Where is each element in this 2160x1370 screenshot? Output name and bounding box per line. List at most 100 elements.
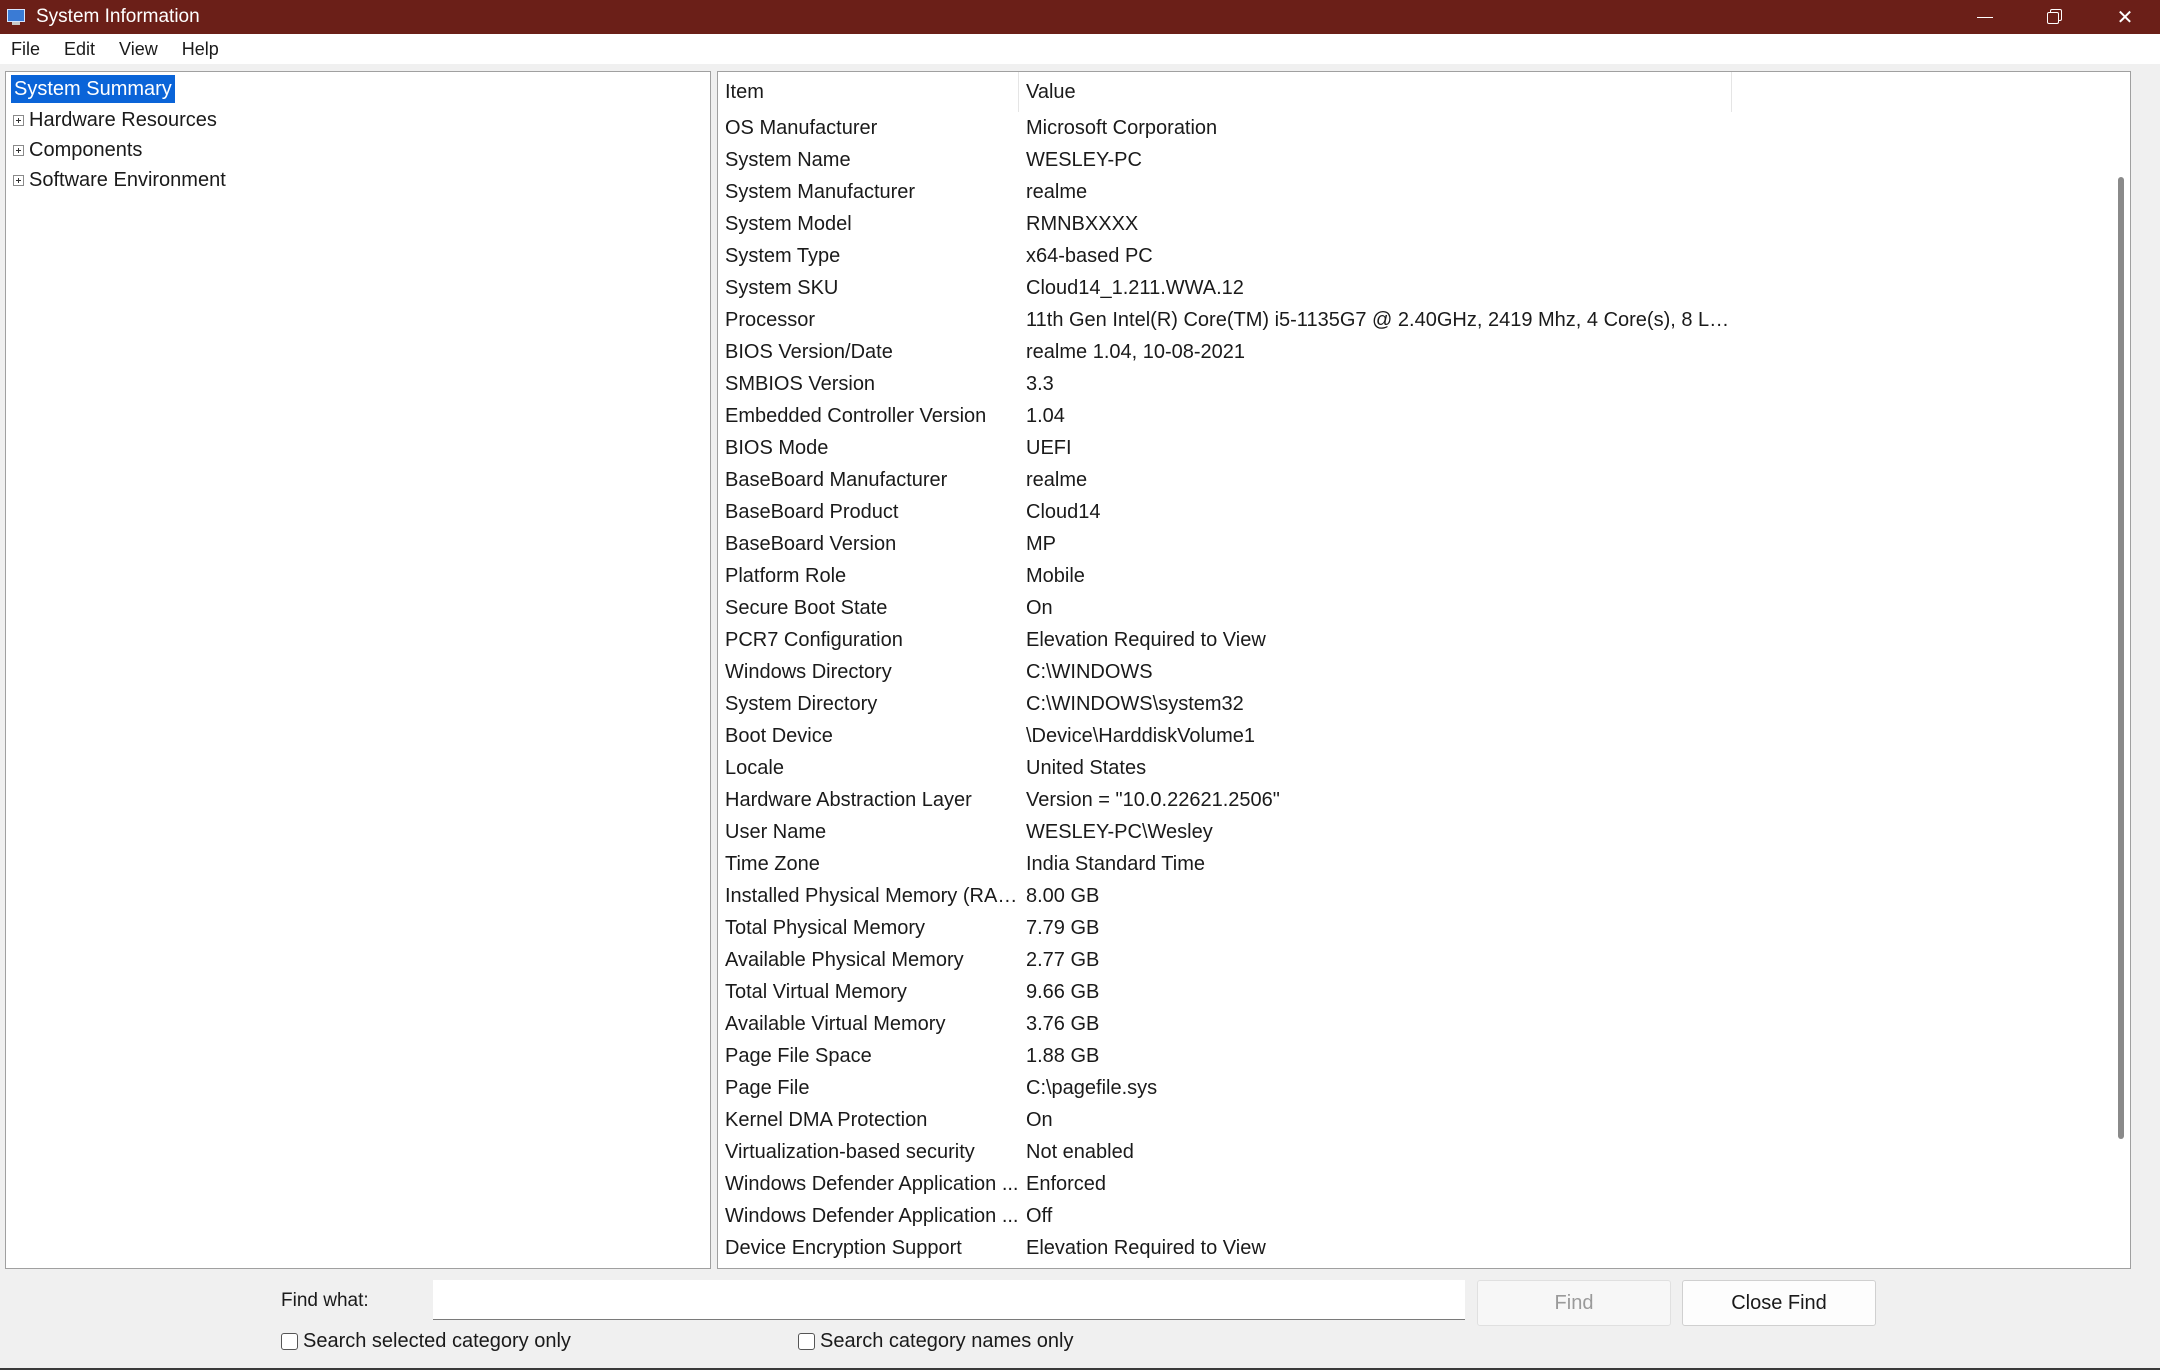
table-row[interactable]: Locale United States: [718, 752, 2110, 784]
row-item-cell: System Name: [725, 148, 851, 171]
table-row[interactable]: Windows Defender Application ... Off: [718, 1200, 2110, 1232]
search-category-names-checkbox[interactable]: [798, 1333, 815, 1350]
row-item-cell: Windows Defender Application ...: [725, 1172, 1019, 1195]
row-item-cell: Virtualization-based security: [725, 1140, 975, 1163]
menu-help[interactable]: Help: [170, 39, 231, 60]
expand-plus-icon[interactable]: [13, 144, 24, 156]
search-selected-category-checkbox[interactable]: [281, 1333, 298, 1350]
window-controls: ✕: [1950, 0, 2160, 34]
tree-item-software-environment[interactable]: Software Environment: [13, 166, 226, 194]
find-button[interactable]: Find: [1477, 1280, 1671, 1326]
table-row[interactable]: System Model RMNBXXXX: [718, 208, 2110, 240]
table-row[interactable]: Virtualization-based security Not enabled: [718, 1136, 2110, 1168]
row-value-cell: Mobile: [1026, 564, 1085, 587]
row-value-cell: Enforced: [1026, 1172, 1107, 1195]
table-row[interactable]: Page File Space 1.88 GB: [718, 1040, 2110, 1072]
row-value-cell: realme: [1026, 180, 1088, 203]
expand-plus-icon[interactable]: [13, 174, 24, 186]
menu-file[interactable]: File: [0, 39, 52, 60]
expand-plus-icon[interactable]: [13, 114, 24, 126]
menu-view[interactable]: View: [107, 39, 170, 60]
table-row[interactable]: Time Zone India Standard Time: [718, 848, 2110, 880]
table-row[interactable]: BIOS Mode UEFI: [718, 432, 2110, 464]
table-row[interactable]: Processor 11th Gen Intel(R) Core(TM) i5-1…: [718, 304, 2110, 336]
scrollbar-thumb[interactable]: [2118, 177, 2124, 1139]
row-value-cell: Elevation Required to View: [1026, 628, 1266, 651]
table-row[interactable]: System Directory C:\WINDOWS\system32: [718, 688, 2110, 720]
table-row[interactable]: Boot Device \Device\HarddiskVolume1: [718, 720, 2110, 752]
table-row[interactable]: Installed Physical Memory (RAM) 8.00 GB: [718, 880, 2110, 912]
table-row[interactable]: Kernel DMA Protection On: [718, 1104, 2110, 1136]
row-value-cell: MP: [1026, 532, 1056, 555]
table-row[interactable]: Device Encryption Support Elevation Requi…: [718, 1232, 2110, 1264]
row-value-cell: WESLEY-PC: [1026, 148, 1142, 171]
row-value-cell: United States: [1026, 756, 1147, 779]
restore-button[interactable]: [2020, 0, 2090, 34]
tree-item-hardware-resources[interactable]: Hardware Resources: [13, 106, 217, 134]
row-value-cell: On: [1026, 596, 1053, 619]
table-row[interactable]: Available Physical Memory 2.77 GB: [718, 944, 2110, 976]
row-value-cell: Not enabled: [1026, 1140, 1134, 1163]
table-row[interactable]: Total Physical Memory 7.79 GB: [718, 912, 2110, 944]
system-information-app-icon: [6, 7, 26, 27]
table-row[interactable]: Secure Boot State On: [718, 592, 2110, 624]
row-value-cell: 7.79 GB: [1026, 916, 1100, 939]
table-row[interactable]: Platform Role Mobile: [718, 560, 2110, 592]
vertical-scrollbar[interactable]: [2110, 72, 2130, 1268]
window-title: System Information: [36, 6, 200, 27]
minimize-button[interactable]: [1950, 0, 2020, 34]
row-item-cell: System Type: [725, 244, 841, 267]
row-item-cell: Embedded Controller Version: [725, 404, 987, 427]
table-row[interactable]: BaseBoard Version MP: [718, 528, 2110, 560]
table-row[interactable]: Page File C:\pagefile.sys: [718, 1072, 2110, 1104]
find-what-input[interactable]: [433, 1280, 1465, 1320]
row-value-cell: Microsoft Corporation: [1026, 116, 1218, 139]
row-item-cell: Kernel DMA Protection: [725, 1108, 928, 1131]
close-button[interactable]: ✕: [2090, 0, 2160, 34]
row-value-cell: WESLEY-PC\Wesley: [1026, 820, 1213, 843]
table-row[interactable]: PCR7 Configuration Elevation Required to …: [718, 624, 2110, 656]
table-row[interactable]: BaseBoard Manufacturer realme: [718, 464, 2110, 496]
row-value-cell: 9.66 GB: [1026, 980, 1100, 1003]
row-value-cell: realme 1.04, 10-08-2021: [1026, 340, 1246, 363]
table-row[interactable]: User Name WESLEY-PC\Wesley: [718, 816, 2110, 848]
table-row[interactable]: Total Virtual Memory 9.66 GB: [718, 976, 2110, 1008]
row-value-cell: realme: [1026, 468, 1088, 491]
menu-bar: File Edit View Help: [0, 34, 2160, 64]
column-header-label: Item: [725, 80, 764, 103]
table-row[interactable]: System Name WESLEY-PC: [718, 144, 2110, 176]
column-header-item[interactable]: Item: [718, 72, 1019, 112]
row-value-cell: 1.04: [1026, 404, 1065, 427]
tree-item-label: System Summary: [11, 75, 175, 103]
table-row[interactable]: Available Virtual Memory 3.76 GB: [718, 1008, 2110, 1040]
search-selected-category-option[interactable]: Search selected category only: [281, 1330, 571, 1353]
row-value-cell: 11th Gen Intel(R) Core(TM) i5-1135G7 @ 2…: [1026, 308, 1732, 331]
table-row[interactable]: BIOS Version/Date realme 1.04, 10-08-2021: [718, 336, 2110, 368]
menu-edit[interactable]: Edit: [52, 39, 107, 60]
row-item-cell: Device Encryption Support: [725, 1236, 962, 1259]
category-tree[interactable]: System Summary Hardware Resources Compon…: [5, 71, 711, 1269]
table-row[interactable]: System SKU Cloud14_1.211.WWA.12: [718, 272, 2110, 304]
close-find-button[interactable]: Close Find: [1682, 1280, 1876, 1326]
row-value-cell: Cloud14: [1026, 500, 1101, 523]
table-row[interactable]: Windows Directory C:\WINDOWS: [718, 656, 2110, 688]
row-item-cell: BaseBoard Version: [725, 532, 897, 555]
tree-item-system-summary[interactable]: System Summary: [11, 75, 175, 103]
table-row[interactable]: Windows Defender Application ... Enforced: [718, 1168, 2110, 1200]
row-item-cell: BaseBoard Product: [725, 500, 899, 523]
table-row[interactable]: System Type x64-based PC: [718, 240, 2110, 272]
find-what-label: Find what:: [281, 1290, 369, 1311]
table-row[interactable]: BaseBoard Product Cloud14: [718, 496, 2110, 528]
table-row[interactable]: SMBIOS Version 3.3: [718, 368, 2110, 400]
details-list[interactable]: Item Value OS Manufacturer Microsoft Corp…: [717, 71, 2131, 1269]
tree-item-components[interactable]: Components: [13, 136, 142, 164]
table-row[interactable]: System Manufacturer realme: [718, 176, 2110, 208]
row-value-cell: On: [1026, 1108, 1053, 1131]
search-category-names-option[interactable]: Search category names only: [798, 1330, 1073, 1353]
column-header-value[interactable]: Value: [1019, 72, 1732, 112]
row-item-cell: User Name: [725, 820, 827, 843]
search-selected-category-label: Search selected category only: [303, 1330, 571, 1352]
table-row[interactable]: Hardware Abstraction Layer Version = "10.…: [718, 784, 2110, 816]
table-row[interactable]: OS Manufacturer Microsoft Corporation: [718, 112, 2110, 144]
table-row[interactable]: Embedded Controller Version 1.04: [718, 400, 2110, 432]
